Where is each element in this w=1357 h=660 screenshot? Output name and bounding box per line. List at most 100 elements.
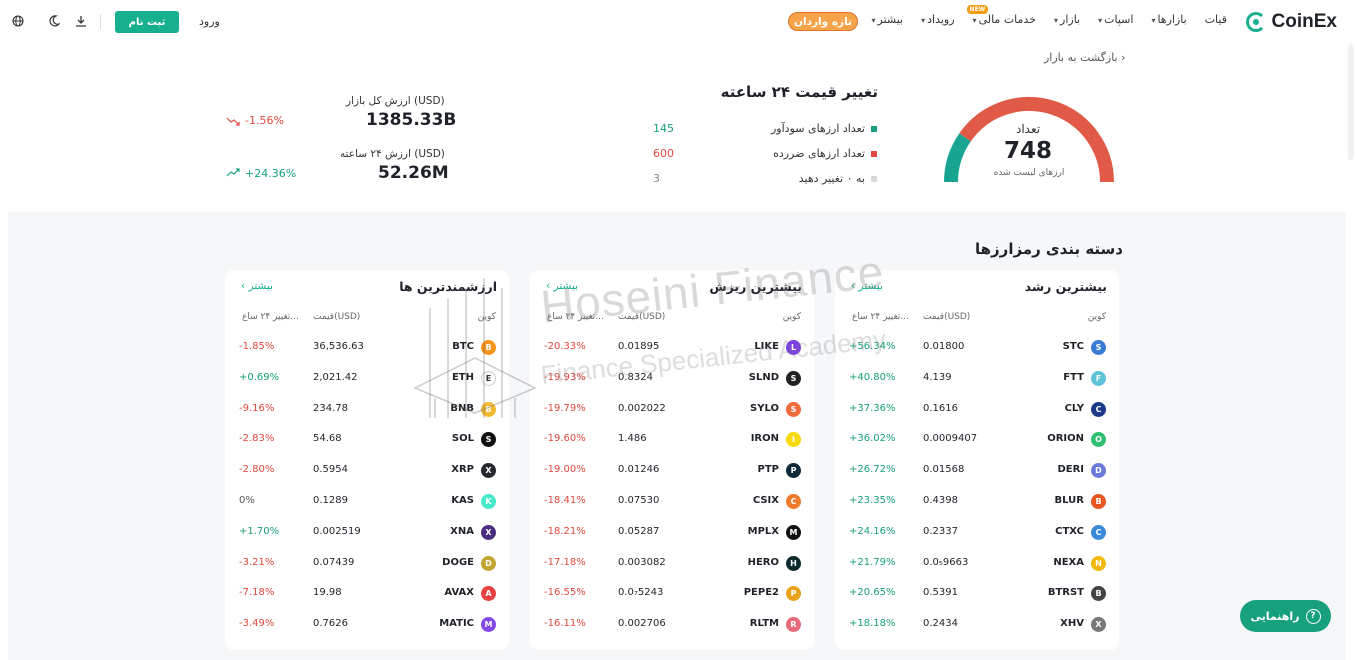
coin-symbol: NEXA	[1053, 556, 1084, 568]
coin-price: 0.01800	[923, 341, 965, 352]
coin-symbol: CTXC	[1055, 525, 1084, 537]
chevron-right-icon: ›	[1121, 51, 1126, 64]
category-card: ارزشمندترین ها ‹ بیشتر کوین قیمت(USD) تغییر …	[225, 270, 509, 650]
table-row[interactable]: X XNA 0.002519 +1.70%	[225, 523, 509, 543]
table-row[interactable]: S SOL 54.68 -2.83%	[225, 430, 509, 450]
table-row[interactable]: A AVAX 19.98 -7.18%	[225, 584, 509, 604]
nav-label: قیات	[1204, 13, 1227, 26]
newcomers-button[interactable]: تازه واردان	[788, 12, 858, 31]
download-icon[interactable]	[74, 14, 88, 28]
nav-item-2[interactable]: اسپات▾	[1098, 13, 1133, 26]
avax-icon: A	[481, 586, 496, 602]
kas-icon: K	[481, 494, 496, 509]
coin-price: 0.002706	[618, 618, 666, 630]
coin-symbol: XRP	[451, 464, 474, 476]
coin-price: 36,536.63	[313, 341, 364, 352]
table-row[interactable]: K KAS 0.1289 0%	[225, 492, 509, 512]
table-row[interactable]: B BTC 36,536.63 -1.85%	[225, 338, 509, 358]
table-row[interactable]: R RLTM 0.002706 -16.11%	[530, 615, 814, 635]
table-row[interactable]: E ETH 2,021.42 +0.69%	[225, 369, 509, 389]
help-button[interactable]: ? راهنمایی	[1240, 600, 1331, 632]
coin-change: -17.18%	[544, 556, 586, 568]
coin-symbol: IRON	[750, 433, 779, 445]
table-row[interactable]: C CLY 0.1616 +37.36%	[835, 400, 1119, 420]
ptp-icon: P	[786, 463, 801, 479]
nav-item-6[interactable]: بیشتر▾	[872, 13, 904, 26]
nav-item-1[interactable]: بازارها▾	[1151, 13, 1186, 26]
table-row[interactable]: B BTRST 0.5391 +20.65%	[835, 584, 1119, 604]
coin-price: 54.68	[313, 433, 342, 445]
coin-symbol: ORION	[1047, 433, 1084, 445]
sylo-icon: S	[786, 401, 801, 417]
col-header-change[interactable]: تغییر ۲۴ ساع...	[547, 312, 604, 322]
card-title: بیشترین رشد	[1024, 279, 1107, 294]
coin-change: -19.79%	[544, 402, 586, 414]
back-to-market-link[interactable]: بازگشت به بازار ›	[1044, 51, 1126, 64]
table-row[interactable]: S STC 0.01800 +56.34%	[835, 338, 1119, 358]
xhv-icon: X	[1091, 617, 1106, 633]
coin-price: 0.01568	[923, 464, 965, 476]
coin-change: +20.65%	[849, 587, 896, 599]
table-row[interactable]: C CSIX 0.07530 -18.41%	[530, 492, 814, 512]
coin-symbol: MATIC	[439, 618, 474, 630]
volume-label: ارزش ۲۴ ساعته (USD)	[340, 148, 445, 160]
table-row[interactable]: C CTXC 0.2337 +24.16%	[835, 523, 1119, 543]
iron-icon: I	[786, 432, 801, 448]
table-row[interactable]: F FTT 4.139 +40.80%	[835, 369, 1119, 389]
table-row[interactable]: D DERI 0.01568 +26.72%	[835, 461, 1119, 481]
globe-icon[interactable]	[11, 14, 25, 28]
coin-change: -19.60%	[544, 433, 586, 445]
coin-change: -9.16%	[239, 402, 275, 414]
table-row[interactable]: X XRP 0.5954 -2.80%	[225, 461, 509, 481]
signup-button[interactable]: ثبت نام	[115, 11, 179, 33]
coinex-logo[interactable]: CoinEx	[1245, 10, 1337, 34]
table-row[interactable]: D DOGE 0.07439 -3.21%	[225, 554, 509, 574]
col-header-price[interactable]: قیمت(USD)	[313, 312, 360, 322]
table-row[interactable]: B BNB 234.78 -9.16%	[225, 400, 509, 420]
card-title: ارزشمندترین ها	[399, 279, 497, 294]
table-row[interactable]: M MPLX 0.05287 -18.21%	[530, 523, 814, 543]
coin-price: 234.78	[313, 402, 348, 414]
coin-price: 0.2434	[923, 618, 958, 630]
nav-item-0[interactable]: قیات	[1205, 13, 1227, 26]
nav-label: بیشتر	[877, 13, 904, 26]
card-more-link[interactable]: ‹ بیشتر	[851, 280, 883, 292]
col-header-price[interactable]: قیمت(USD)	[618, 312, 665, 322]
card-more-link[interactable]: ‹ بیشتر	[241, 280, 273, 292]
table-row[interactable]: H HERO 0.003082 -17.18%	[530, 554, 814, 574]
chevron-left-icon: ‹	[546, 280, 554, 292]
coin-change: -16.11%	[544, 618, 586, 630]
table-row[interactable]: M MATIC 0.7626 -3.49%	[225, 615, 509, 635]
col-header-change[interactable]: تغییر ۲۴ ساع...	[242, 312, 299, 322]
table-row[interactable]: X XHV 0.2434 +18.18%	[835, 615, 1119, 635]
caret-down-icon: ▾	[972, 16, 977, 25]
nav-item-3[interactable]: بازار▾	[1054, 13, 1080, 26]
main-nav: قیات بازارها▾ اسپات▾ بازار▾ خدمات مالی▾ NEW رو…	[872, 5, 1227, 26]
coin-change: -18.21%	[544, 525, 586, 537]
table-row[interactable]: S SYLO 0.002022 -19.79%	[530, 400, 814, 420]
coin-price: 2,021.42	[313, 371, 358, 383]
card-more-link[interactable]: ‹ بیشتر	[546, 280, 578, 292]
table-row[interactable]: L LIKE 0.01895 -20.33%	[530, 338, 814, 358]
table-row[interactable]: P PEPE2 0.0₇5243 -16.55%	[530, 584, 814, 604]
table-row[interactable]: N NEXA 0.0₅9663 +21.79%	[835, 554, 1119, 574]
coin-change: +40.80%	[849, 371, 896, 383]
scrollbar[interactable]	[1348, 44, 1354, 160]
table-row[interactable]: O ORION 0.0009407 +36.02%	[835, 430, 1119, 450]
stat-value: 145	[653, 122, 674, 135]
nav-item-5[interactable]: رویداد▾	[921, 13, 954, 26]
coin-symbol: PTP	[757, 464, 779, 476]
table-row[interactable]: P PTP 0.01246 -19.00%	[530, 461, 814, 481]
table-row[interactable]: S SLND 0.8324 -19.93%	[530, 369, 814, 389]
moon-icon[interactable]	[47, 14, 61, 28]
category-card: بیشترین ریزش ‹ بیشتر کوین قیمت(USD) تغییر ۲۴…	[530, 270, 814, 650]
col-header-change[interactable]: تغییر ۲۴ ساع...	[852, 312, 909, 322]
login-link[interactable]: ورود	[199, 15, 220, 28]
table-row[interactable]: B BLUR 0.4398 +23.35%	[835, 492, 1119, 512]
coin-symbol: SYLO	[750, 402, 779, 414]
nav-item-4[interactable]: خدمات مالی▾ NEW	[966, 5, 1036, 26]
table-row[interactable]: I IRON 1.486 -19.60%	[530, 430, 814, 450]
coin-change: +56.34%	[849, 341, 896, 352]
stat-row: تعداد ارزهای ضررده	[773, 147, 877, 160]
col-header-price[interactable]: قیمت(USD)	[923, 312, 970, 322]
